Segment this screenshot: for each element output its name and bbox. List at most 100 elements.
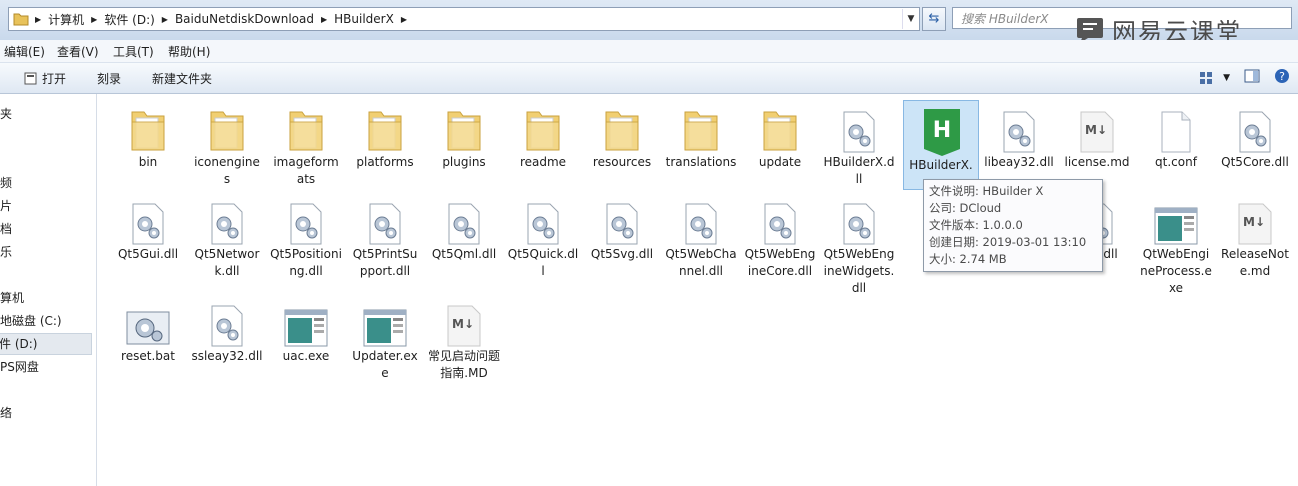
dll-file-icon xyxy=(1217,98,1293,154)
folder-icon xyxy=(189,98,265,154)
burn-label: 刻录 xyxy=(97,72,122,86)
file-item[interactable]: Qt5WebEngineCore.dll xyxy=(742,190,818,280)
file-name: Qt5Svg.dll xyxy=(590,247,654,261)
breadcrumb-hbuilderx[interactable]: HBuilderX xyxy=(329,12,399,26)
menu-help[interactable]: 帮助(H) xyxy=(168,43,210,60)
folder-icon xyxy=(742,98,818,154)
nav-item-pictures[interactable]: 片 xyxy=(0,196,12,216)
file-item[interactable]: HHBuilderX.exe xyxy=(903,100,979,190)
new-folder-button[interactable]: 新建文件夹 xyxy=(152,70,212,87)
hbuilder-app-icon: H xyxy=(904,101,980,157)
file-item[interactable]: qt.conf xyxy=(1138,98,1214,171)
dll-file-icon xyxy=(821,190,897,246)
file-item[interactable]: update xyxy=(742,98,818,171)
menu-bar: 编辑(E) 查看(V) 工具(T) 帮助(H) xyxy=(0,40,1298,63)
file-item[interactable]: Qt5Network.dll xyxy=(189,190,265,280)
breadcrumb-computer[interactable]: 计算机 xyxy=(43,11,89,28)
address-bar[interactable]: ▶ 计算机 ▶ 软件 (D:) ▶ BaiduNetdiskDownload ▶… xyxy=(8,7,920,31)
file-name: Updater.exe xyxy=(352,349,418,380)
file-item[interactable]: Qt5PrintSupport.dll xyxy=(347,190,423,280)
nav-item-documents[interactable]: 档 xyxy=(0,219,12,239)
tooltip-company: 公司: DCloud xyxy=(929,201,1002,215)
file-item[interactable]: Updater.exe xyxy=(347,292,423,382)
file-item[interactable]: Qt5Gui.dll xyxy=(110,190,186,263)
file-item[interactable]: reset.bat xyxy=(110,292,186,365)
file-item[interactable]: Qt5Positioning.dll xyxy=(268,190,344,280)
chevron-down-icon[interactable]: ▼ xyxy=(902,9,919,29)
dll-file-icon xyxy=(426,190,502,246)
file-item[interactable]: iconengines xyxy=(189,98,265,188)
preview-pane-icon[interactable] xyxy=(1244,69,1260,86)
file-item[interactable]: M↓ license.md xyxy=(1059,98,1135,171)
file-name: translations xyxy=(665,155,737,169)
file-item[interactable]: translations xyxy=(663,98,739,171)
dll-file-icon xyxy=(110,190,186,246)
dll-file-icon xyxy=(981,98,1057,154)
file-name: update xyxy=(758,155,802,169)
file-item[interactable]: resources xyxy=(584,98,660,171)
menu-edit[interactable]: 编辑(E) xyxy=(4,43,45,60)
file-item[interactable]: plugins xyxy=(426,98,502,171)
file-name: libeay32.dll xyxy=(984,155,1054,169)
folder-icon xyxy=(110,98,186,154)
file-item[interactable]: libeay32.dll xyxy=(981,98,1057,171)
nav-item-favorites[interactable]: 夹 xyxy=(0,104,12,124)
refresh-button[interactable]: ⇆ xyxy=(922,7,946,31)
burn-button[interactable]: 刻录 xyxy=(97,70,121,87)
file-item[interactable]: readme xyxy=(505,98,581,171)
file-item[interactable]: Qt5Svg.dll xyxy=(584,190,660,263)
nav-item-computer[interactable]: 算机 xyxy=(0,288,24,308)
file-item[interactable]: HBuilderX.dll xyxy=(821,98,897,188)
file-list: bin iconengines imageformats platforms plugi… xyxy=(97,94,1298,486)
svg-text:H: H xyxy=(933,118,951,143)
file-item[interactable]: platforms xyxy=(347,98,423,171)
file-name: Qt5Positioning.dll xyxy=(270,247,342,278)
file-item[interactable]: Qt5WebChannel.dll xyxy=(663,190,739,280)
svg-text:M↓: M↓ xyxy=(1085,123,1107,137)
batch-file-icon xyxy=(110,292,186,348)
file-name: platforms xyxy=(356,155,414,169)
nav-item-drive-d[interactable]: 件 (D:) xyxy=(0,333,92,355)
svg-text:M↓: M↓ xyxy=(452,317,474,331)
file-item[interactable]: Qt5Core.dll xyxy=(1217,98,1293,171)
application-icon xyxy=(268,292,344,348)
nav-item-local-disk-c[interactable]: 地磁盘 (C:) xyxy=(0,311,62,331)
file-name: ReleaseNote.md xyxy=(1221,247,1289,278)
nav-item-music[interactable]: 乐 xyxy=(0,242,12,262)
dll-file-icon xyxy=(189,190,265,246)
dll-file-icon xyxy=(189,292,265,348)
tooltip-description: 文件说明: HBuilder X xyxy=(929,184,1044,198)
file-item[interactable]: Qt5Quick.dll xyxy=(505,190,581,280)
file-item[interactable]: ssleay32.dll xyxy=(189,292,265,365)
chevron-right-icon[interactable]: ▶ xyxy=(160,15,170,24)
file-tooltip: 文件说明: HBuilder X 公司: DCloud 文件版本: 1.0.0.… xyxy=(923,179,1103,272)
file-item[interactable]: M↓ ReleaseNote.md xyxy=(1217,190,1293,280)
file-item[interactable]: M↓ 常见启动问题指南.MD xyxy=(426,292,502,382)
file-item[interactable]: Qt5WebEngineWidgets.dll xyxy=(821,190,897,297)
file-item[interactable]: uac.exe xyxy=(268,292,344,365)
menu-view[interactable]: 查看(V) xyxy=(57,43,99,60)
file-item[interactable]: imageformats xyxy=(268,98,344,188)
breadcrumb-drive-d[interactable]: 软件 (D:) xyxy=(99,11,159,28)
view-options-icon[interactable]: ▼ xyxy=(1199,71,1230,85)
file-name: Qt5Network.dll xyxy=(194,247,260,278)
dll-file-icon xyxy=(584,190,660,246)
help-icon[interactable]: ? xyxy=(1274,68,1290,87)
nav-item-network[interactable]: 络 xyxy=(0,403,12,423)
folder-icon xyxy=(268,98,344,154)
chevron-right-icon[interactable]: ▶ xyxy=(399,15,409,24)
nav-item-wps-drive[interactable]: PS网盘 xyxy=(0,357,39,377)
open-button[interactable]: 打开 xyxy=(24,70,66,87)
file-name: Qt5PrintSupport.dll xyxy=(352,247,418,278)
file-item[interactable]: QtWebEngineProcess.exe xyxy=(1138,190,1214,297)
dll-file-icon xyxy=(742,190,818,246)
chevron-right-icon[interactable]: ▶ xyxy=(33,15,43,24)
breadcrumb-baidunetdisk[interactable]: BaiduNetdiskDownload xyxy=(170,12,319,26)
open-icon xyxy=(24,72,37,85)
file-item[interactable]: bin xyxy=(110,98,186,171)
chevron-right-icon[interactable]: ▶ xyxy=(319,15,329,24)
menu-tools[interactable]: 工具(T) xyxy=(113,43,154,60)
nav-item-videos[interactable]: 频 xyxy=(0,173,12,193)
chevron-right-icon[interactable]: ▶ xyxy=(89,15,99,24)
file-item[interactable]: Qt5Qml.dll xyxy=(426,190,502,263)
